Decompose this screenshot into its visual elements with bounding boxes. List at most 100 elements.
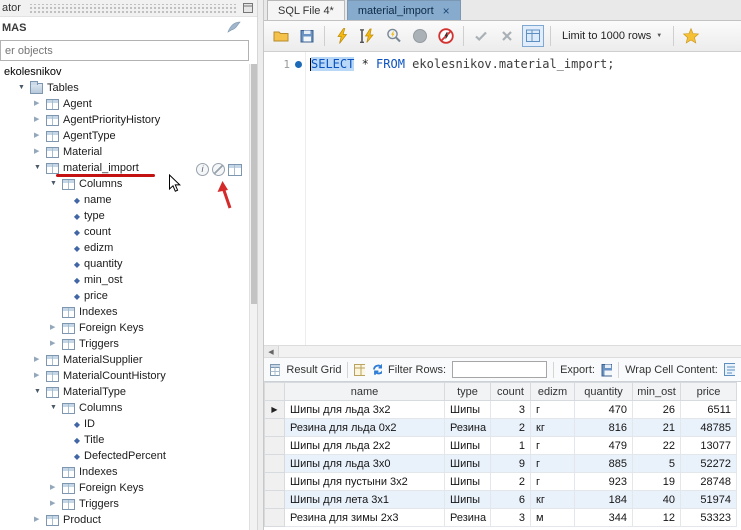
cell[interactable]: Шипы	[445, 491, 491, 509]
sql-code-editor[interactable]: 1 SELECT * FROM ekolesnikov.material_imp…	[264, 52, 741, 345]
cell[interactable]: Резина	[445, 509, 491, 527]
cell[interactable]: 40	[633, 491, 681, 509]
table-settings-icon[interactable]	[212, 163, 225, 176]
column-header[interactable]: name	[285, 383, 445, 401]
table-row[interactable]: Шипы для льда 2x2 Шипы 1 г 479 22 13077	[265, 437, 737, 455]
stop-on-error-toggle[interactable]	[435, 25, 457, 47]
cell[interactable]: 5	[633, 455, 681, 473]
column-header[interactable]: quantity	[575, 383, 633, 401]
open-file-button[interactable]	[270, 25, 292, 47]
cell[interactable]: 885	[575, 455, 633, 473]
chevron-right-icon[interactable]: ▶	[50, 336, 62, 352]
column-header[interactable]: min_ost	[633, 383, 681, 401]
tree-item-foreign-keys-materialtype[interactable]: ▶Foreign Keys	[0, 480, 249, 496]
cell[interactable]: 2	[491, 473, 531, 491]
save-button[interactable]	[296, 25, 318, 47]
scroll-left-icon[interactable]: ◀	[264, 346, 279, 357]
chevron-down-icon[interactable]: ▼	[34, 384, 46, 400]
row-selector[interactable]	[265, 491, 285, 509]
tree-item-column-quantity[interactable]: ◆quantity	[0, 256, 249, 272]
table-row[interactable]: Шипы для лета 3x1 Шипы 6 кг 184 40 51974	[265, 491, 737, 509]
cell[interactable]: кг	[531, 419, 575, 437]
cell[interactable]: 12	[633, 509, 681, 527]
row-selector[interactable]	[265, 455, 285, 473]
cell[interactable]: 48785	[681, 419, 737, 437]
cell[interactable]: г	[531, 401, 575, 419]
cell[interactable]: 479	[575, 437, 633, 455]
row-selector[interactable]: ▶	[265, 401, 285, 419]
tree-item-columns[interactable]: ▼Columns	[0, 176, 249, 192]
cell[interactable]: 2	[491, 419, 531, 437]
navigator-scrollbar[interactable]	[249, 64, 257, 530]
tree-item-foreign-keys[interactable]: ▶Foreign Keys	[0, 320, 249, 336]
cell[interactable]: Шипы для льда 3x2	[285, 401, 445, 419]
cell[interactable]: кг	[531, 491, 575, 509]
cell[interactable]: 13077	[681, 437, 737, 455]
cell[interactable]: 923	[575, 473, 633, 491]
tree-item-agenttype[interactable]: ▶AgentType	[0, 128, 249, 144]
row-selector[interactable]	[265, 419, 285, 437]
cell[interactable]: 21	[633, 419, 681, 437]
cell[interactable]: 19	[633, 473, 681, 491]
table-row[interactable]: Резина для зимы 2x3 Резина 3 м 344 12 53…	[265, 509, 737, 527]
column-header[interactable]: type	[445, 383, 491, 401]
cell[interactable]: Шипы	[445, 401, 491, 419]
cell[interactable]: г	[531, 455, 575, 473]
beautify-button[interactable]	[680, 25, 702, 47]
close-tab-icon[interactable]: ×	[443, 6, 450, 16]
chevron-right-icon[interactable]: ▶	[34, 96, 46, 112]
table-info-icon[interactable]: i	[196, 163, 209, 176]
cell[interactable]: 184	[575, 491, 633, 509]
filter-objects-input[interactable]	[0, 40, 249, 61]
tree-item-column-defectedpercent[interactable]: ◆DefectedPercent	[0, 448, 249, 464]
cell[interactable]: Шипы для пустыни 3x2	[285, 473, 445, 491]
cell[interactable]: г	[531, 473, 575, 491]
tree-item-material[interactable]: ▶Material	[0, 144, 249, 160]
autocommit-toggle[interactable]	[522, 25, 544, 47]
execute-button[interactable]	[331, 25, 353, 47]
tree-item-column-id[interactable]: ◆ID	[0, 416, 249, 432]
filter-rows-input[interactable]	[452, 361, 547, 378]
cell[interactable]: 3	[491, 401, 531, 419]
stop-button[interactable]	[409, 25, 431, 47]
cell[interactable]: Резина	[445, 419, 491, 437]
cell[interactable]: 6	[491, 491, 531, 509]
panel-grip[interactable]	[29, 4, 237, 13]
tree-item-agent[interactable]: ▶Agent	[0, 96, 249, 112]
dock-icon[interactable]	[243, 3, 253, 13]
cell[interactable]: 51974	[681, 491, 737, 509]
cell[interactable]: 53323	[681, 509, 737, 527]
cell[interactable]: 26	[633, 401, 681, 419]
cell[interactable]: м	[531, 509, 575, 527]
chevron-right-icon[interactable]: ▶	[50, 496, 62, 512]
chevron-right-icon[interactable]: ▶	[34, 368, 46, 384]
chevron-right-icon[interactable]: ▶	[50, 320, 62, 336]
chevron-right-icon[interactable]: ▶	[34, 128, 46, 144]
tree-item-materialsupplier[interactable]: ▶MaterialSupplier	[0, 352, 249, 368]
tree-item-indexes-materialtype[interactable]: Indexes	[0, 464, 249, 480]
cell[interactable]: 816	[575, 419, 633, 437]
tree-item-materialcounthistory[interactable]: ▶MaterialCountHistory	[0, 368, 249, 384]
tree-item-column-count[interactable]: ◆count	[0, 224, 249, 240]
row-selector-header[interactable]	[265, 383, 285, 401]
cell[interactable]: 470	[575, 401, 633, 419]
execute-current-button[interactable]	[357, 25, 379, 47]
table-row[interactable]: Шипы для льда 3x0 Шипы 9 г 885 5 52272	[265, 455, 737, 473]
cell[interactable]: Шипы для льда 3x0	[285, 455, 445, 473]
tree-item-indexes[interactable]: Indexes	[0, 304, 249, 320]
cell[interactable]: г	[531, 437, 575, 455]
tab-sql-file-4[interactable]: SQL File 4*	[267, 0, 345, 20]
row-selector[interactable]	[265, 437, 285, 455]
sql-statement[interactable]: SELECT * FROM ekolesnikov.material_impor…	[310, 57, 614, 71]
chevron-down-icon[interactable]: ▼	[50, 400, 62, 416]
chevron-down-icon[interactable]: ▼	[50, 176, 62, 192]
tree-item-column-min-ost[interactable]: ◆min_ost	[0, 272, 249, 288]
column-header[interactable]: edizm	[531, 383, 575, 401]
tree-item-triggers-materialtype[interactable]: ▶Triggers	[0, 496, 249, 512]
tree-item-tables[interactable]: ▼Tables	[0, 80, 249, 96]
cell[interactable]: Резина для зимы 2x3	[285, 509, 445, 527]
table-row[interactable]: Шипы для пустыни 3x2 Шипы 2 г 923 19 287…	[265, 473, 737, 491]
export-icon[interactable]	[601, 363, 612, 377]
tree-item-column-type[interactable]: ◆type	[0, 208, 249, 224]
tree-item-columns-materialtype[interactable]: ▼Columns	[0, 400, 249, 416]
